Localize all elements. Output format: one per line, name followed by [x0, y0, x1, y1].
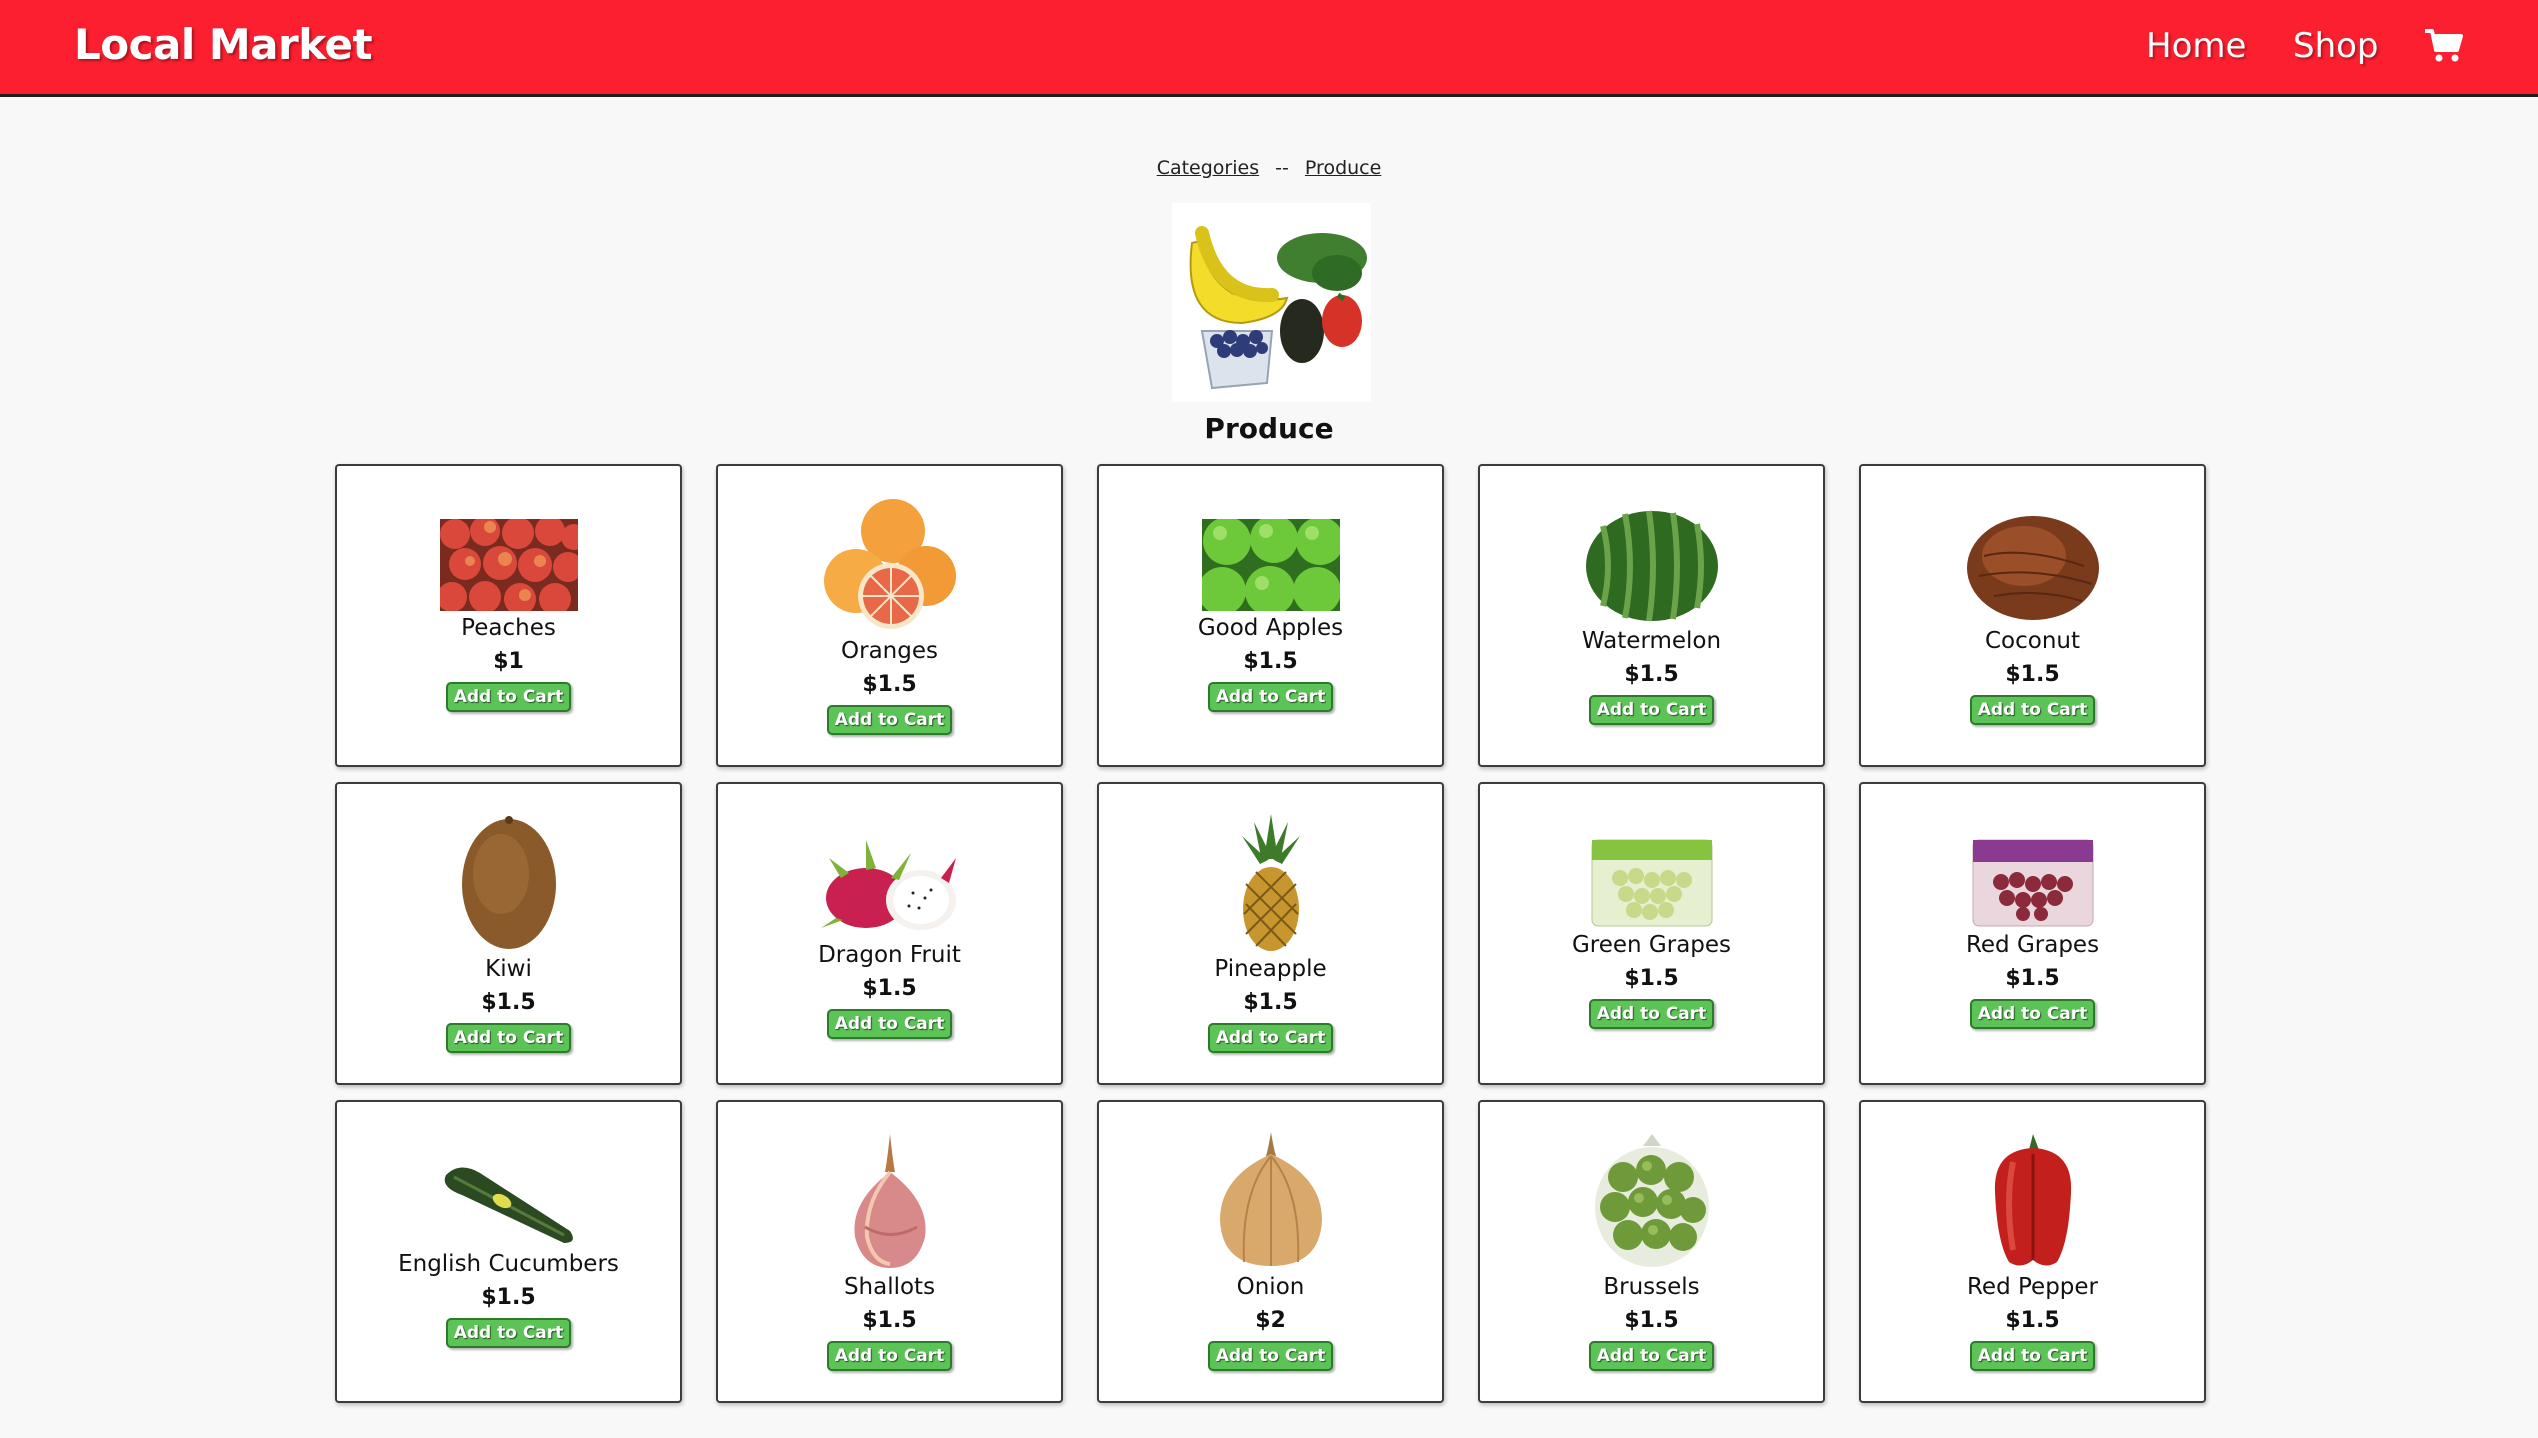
product-name: Red Pepper [1966, 1274, 2098, 1300]
add-to-cart-button[interactable]: Add to Cart [826, 705, 953, 735]
add-to-cart-button[interactable]: Add to Cart [445, 1318, 572, 1348]
peaches-image [439, 519, 578, 611]
add-to-cart-button[interactable]: Add to Cart [826, 1341, 953, 1371]
product-price: $1 [493, 649, 524, 674]
product-card: Oranges $1.5 Add to Cart [716, 464, 1063, 767]
product-card: Coconut $1.5 Add to Cart [1859, 464, 2206, 767]
product-price: $1.5 [2005, 1308, 2060, 1333]
product-name: Red Grapes [1965, 932, 2100, 958]
product-name: Oranges [841, 638, 938, 664]
breadcrumb: Categories -- Produce [0, 157, 2538, 179]
brussels-sprouts-image [1594, 1134, 1709, 1267]
product-price: $1.5 [481, 1285, 536, 1310]
nav-home-link[interactable]: Home [2146, 26, 2246, 66]
product-price: $1.5 [862, 976, 917, 1001]
product-card: Dragon Fruit $1.5 Add to Cart [716, 782, 1063, 1085]
product-name: Green Grapes [1571, 932, 1732, 958]
red-grapes-image [1972, 839, 2093, 927]
product-price: $2 [1255, 1308, 1286, 1333]
add-to-cart-button[interactable]: Add to Cart [1588, 1341, 1715, 1371]
add-to-cart-button[interactable]: Add to Cart [445, 682, 572, 712]
product-name: Brussels [1603, 1274, 1700, 1300]
product-price: $1.5 [2005, 662, 2060, 687]
product-price: $1.5 [2005, 966, 2060, 991]
product-price: $1.5 [1243, 649, 1298, 674]
product-name: Coconut [1984, 628, 2081, 654]
green-apples-image [1201, 519, 1340, 611]
cucumber-image [444, 1167, 573, 1243]
product-name: Shallots [843, 1274, 936, 1300]
add-to-cart-button[interactable]: Add to Cart [1969, 695, 2096, 725]
product-card: Onion $2 Add to Cart [1097, 1100, 1444, 1403]
add-to-cart-button[interactable]: Add to Cart [1969, 999, 2096, 1029]
add-to-cart-button[interactable]: Add to Cart [1588, 999, 1715, 1029]
green-grapes-image [1591, 839, 1712, 927]
product-price: $1.5 [1243, 990, 1298, 1015]
kiwi-image [461, 816, 556, 949]
add-to-cart-button[interactable]: Add to Cart [1588, 695, 1715, 725]
breadcrumb-produce-link[interactable]: Produce [1305, 157, 1381, 179]
add-to-cart-button[interactable]: Add to Cart [1207, 1341, 1334, 1371]
shopping-cart-icon[interactable] [2424, 28, 2464, 64]
breadcrumb-categories-link[interactable]: Categories [1157, 157, 1259, 179]
product-name: Kiwi [485, 956, 532, 982]
category-title: Produce [1204, 412, 1334, 445]
add-to-cart-button[interactable]: Add to Cart [1969, 1341, 2096, 1371]
product-card: Kiwi $1.5 Add to Cart [335, 782, 682, 1085]
product-name: Pineapple [1214, 956, 1327, 982]
watermelon-image [1585, 510, 1718, 622]
product-card: Brussels $1.5 Add to Cart [1478, 1100, 1825, 1403]
nav-shop-link[interactable]: Shop [2293, 26, 2379, 66]
coconut-image [1966, 516, 2099, 620]
product-card: Good Apples $1.5 Add to Cart [1097, 464, 1444, 767]
product-card: Pineapple $1.5 Add to Cart [1097, 782, 1444, 1085]
product-grid: Peaches $1 Add to Cart Oranges $1.5 Add … [335, 464, 2206, 1403]
product-card: Red Pepper $1.5 Add to Cart [1859, 1100, 2206, 1403]
red-pepper-image [1994, 1134, 2071, 1266]
product-price: $1.5 [481, 990, 536, 1015]
product-price: $1.5 [1624, 1308, 1679, 1333]
add-to-cart-button[interactable]: Add to Cart [1207, 1023, 1334, 1053]
product-card: Watermelon $1.5 Add to Cart [1478, 464, 1825, 767]
navbar: Local Market Home Shop [0, 0, 2538, 97]
add-to-cart-button[interactable]: Add to Cart [445, 1023, 572, 1053]
product-name: Dragon Fruit [818, 942, 961, 968]
add-to-cart-button[interactable]: Add to Cart [1207, 682, 1334, 712]
product-price: $1.5 [1624, 966, 1679, 991]
product-name: English Cucumbers [398, 1251, 619, 1277]
category-produce-image [1172, 203, 1371, 402]
pineapple-image [1241, 814, 1300, 951]
dragon-fruit-image [820, 840, 956, 930]
shallot-image [853, 1134, 926, 1268]
product-name: Peaches [461, 615, 556, 641]
product-name: Watermelon [1581, 628, 1722, 654]
product-name: Onion [1236, 1274, 1305, 1300]
oranges-image [823, 499, 956, 629]
product-card: Green Grapes $1.5 Add to Cart [1478, 782, 1825, 1085]
add-to-cart-button[interactable]: Add to Cart [826, 1009, 953, 1039]
onion-image [1219, 1132, 1322, 1266]
brand-title[interactable]: Local Market [74, 20, 373, 69]
product-price: $1.5 [1624, 662, 1679, 687]
product-card: Peaches $1 Add to Cart [335, 464, 682, 767]
product-price: $1.5 [862, 1308, 917, 1333]
product-card: English Cucumbers $1.5 Add to Cart [335, 1100, 682, 1403]
product-price: $1.5 [862, 672, 917, 697]
product-card: Red Grapes $1.5 Add to Cart [1859, 782, 2206, 1085]
product-name: Good Apples [1197, 615, 1344, 641]
product-card: Shallots $1.5 Add to Cart [716, 1100, 1063, 1403]
breadcrumb-separator: -- [1275, 157, 1289, 179]
